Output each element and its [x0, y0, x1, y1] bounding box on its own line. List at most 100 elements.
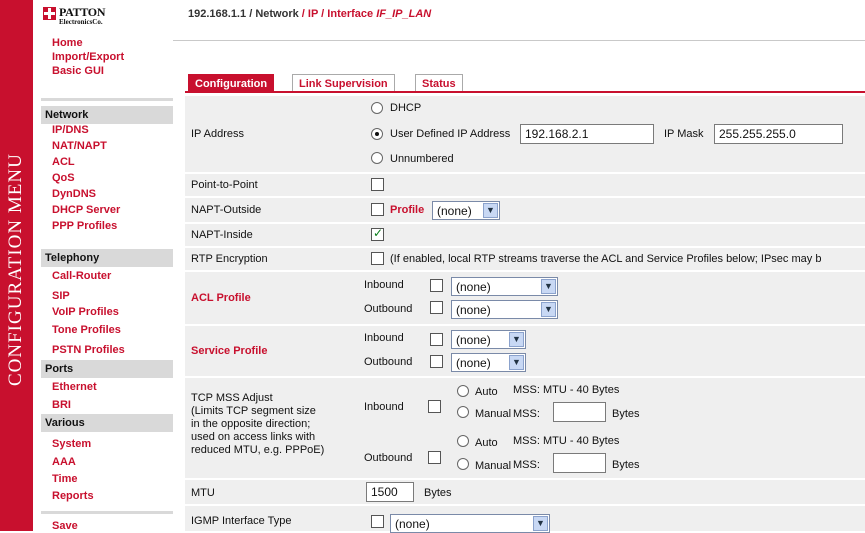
mss-inbound-manual-radio[interactable]: [457, 406, 469, 418]
sidebar-item-tone-profiles[interactable]: Tone Profiles: [52, 324, 121, 336]
acl-inbound-label: Inbound: [364, 279, 404, 291]
breadcrumb-host[interactable]: 192.168.1.1: [188, 8, 246, 20]
mss-inbound-label: Inbound: [364, 401, 404, 413]
napt-inside-label: NAPT-Inside: [191, 229, 253, 241]
unnumbered-radio[interactable]: [371, 152, 383, 164]
igmp-checkbox[interactable]: [371, 515, 384, 528]
sidebar-item-aaa[interactable]: AAA: [52, 456, 76, 468]
mss-outbound-mss-label: MSS:: [513, 459, 540, 471]
patton-logo: PATTON ElectronicsCo.: [43, 4, 123, 32]
mss-inbound-auto-text: MSS: MTU - 40 Bytes: [513, 384, 620, 396]
mss-outbound-manual-radio[interactable]: [457, 458, 469, 470]
acl-outbound-label: Outbound: [364, 303, 413, 315]
mss-inbound-auto-radio[interactable]: [457, 385, 469, 397]
acl-inbound-checkbox[interactable]: [430, 279, 443, 292]
napt-inside-checkbox[interactable]: [371, 226, 384, 241]
dhcp-label: DHCP: [390, 102, 422, 114]
mtu-input[interactable]: [366, 482, 414, 502]
swiss-flag-icon: [43, 7, 56, 20]
tab-link-supervision[interactable]: Link Supervision: [292, 74, 395, 92]
rtp-checkbox[interactable]: [371, 252, 384, 265]
mss-inbound-bytes-label: Bytes: [612, 408, 640, 420]
mss-outbound-input[interactable]: [553, 453, 606, 473]
sidebar-item-system[interactable]: System: [52, 438, 91, 450]
acl-outbound-select[interactable]: (none) ▼: [451, 300, 558, 319]
sidebar-item-home[interactable]: Home: [52, 37, 83, 49]
mtu-bytes-label: Bytes: [424, 487, 452, 499]
user-defined-ip-label: User Defined IP Address: [390, 128, 511, 140]
napt-profile-select[interactable]: (none) ▼: [432, 201, 500, 220]
tcp-mss-description: reduced MTU, e.g. PPPoE): [191, 444, 325, 456]
row-mtu: MTU Bytes: [185, 480, 865, 504]
service-profile-label: Service Profile: [191, 345, 268, 357]
service-outbound-checkbox[interactable]: [430, 355, 443, 368]
user-defined-ip-radio[interactable]: [371, 128, 383, 140]
sidebar-item-bri[interactable]: BRI: [52, 399, 71, 411]
chevron-down-icon: ▼: [533, 516, 548, 531]
sidebar-item-call-router[interactable]: Call-Router: [52, 270, 111, 282]
sidebar-divider: [41, 98, 173, 101]
mss-inbound-auto-label: Auto: [475, 386, 498, 398]
dhcp-radio[interactable]: [371, 102, 383, 114]
header-divider: [173, 40, 865, 41]
sidebar-item-sip[interactable]: SIP: [52, 290, 70, 302]
sidebar-item-nat-napt[interactable]: NAT/NAPT: [52, 140, 107, 152]
breadcrumb-network[interactable]: Network: [255, 8, 298, 20]
breadcrumb-ip[interactable]: IP: [308, 8, 318, 20]
sidebar-section-various: Various: [41, 414, 173, 432]
chevron-down-icon: ▼: [541, 279, 556, 294]
ip-mask-input[interactable]: [714, 124, 843, 144]
sidebar-item-ppp-profiles[interactable]: PPP Profiles: [52, 220, 117, 232]
breadcrumb-interface: Interface: [327, 8, 374, 20]
row-igmp-interface-type: IGMP Interface Type (none) ▼: [185, 506, 865, 533]
row-tcp-mss-adjust: TCP MSS Adjust (Limits TCP segment size …: [185, 378, 865, 478]
service-outbound-select[interactable]: (none) ▼: [451, 353, 526, 372]
acl-outbound-checkbox[interactable]: [430, 301, 443, 314]
sidebar-item-ip-dns[interactable]: IP/DNS: [52, 124, 89, 136]
config-menu-bar: CONFIGURATION MENU: [0, 0, 33, 531]
tab-configuration[interactable]: Configuration: [188, 74, 275, 92]
sidebar-section-telephony: Telephony: [41, 249, 173, 267]
save-button[interactable]: Save: [52, 520, 78, 532]
sidebar-item-dyndns[interactable]: DynDNS: [52, 188, 96, 200]
chevron-down-icon: ▼: [509, 332, 524, 347]
sidebar-item-pstn-profiles[interactable]: PSTN Profiles: [52, 344, 125, 356]
mss-outbound-checkbox[interactable]: [428, 451, 441, 464]
service-inbound-select[interactable]: (none) ▼: [451, 330, 526, 349]
igmp-label: IGMP Interface Type: [191, 515, 292, 527]
acl-inbound-select[interactable]: (none) ▼: [451, 277, 558, 296]
ptp-checkbox[interactable]: [371, 178, 384, 191]
row-ip-address: IP Address DHCP User Defined IP Address …: [185, 96, 865, 172]
sidebar-section-network: Network: [41, 106, 173, 124]
mss-outbound-auto-radio[interactable]: [457, 435, 469, 447]
sidebar-divider: [41, 511, 173, 514]
mss-outbound-auto-text: MSS: MTU - 40 Bytes: [513, 435, 620, 447]
mss-inbound-input[interactable]: [553, 402, 606, 422]
sidebar-item-ethernet[interactable]: Ethernet: [52, 381, 97, 393]
ptp-label: Point-to-Point: [191, 179, 258, 191]
chevron-down-icon: ▼: [483, 203, 498, 218]
ip-address-input[interactable]: [520, 124, 654, 144]
tcp-mss-description: in the opposite direction;: [191, 418, 311, 430]
tab-status[interactable]: Status: [415, 74, 463, 92]
tcp-mss-label: TCP MSS Adjust: [191, 392, 273, 404]
igmp-select[interactable]: (none) ▼: [390, 514, 550, 533]
sidebar-item-basic-gui[interactable]: Basic GUI: [52, 65, 104, 77]
unnumbered-label: Unnumbered: [390, 153, 454, 165]
acl-profile-label: ACL Profile: [191, 292, 251, 304]
sidebar-item-qos[interactable]: QoS: [52, 172, 75, 184]
ip-mask-label: IP Mask: [664, 128, 704, 140]
sidebar-item-time[interactable]: Time: [52, 473, 77, 485]
sidebar-item-voip-profiles[interactable]: VoIP Profiles: [52, 306, 119, 318]
row-rtp-encryption: RTP Encryption (If enabled, local RTP st…: [185, 248, 865, 270]
sidebar-item-dhcp-server[interactable]: DHCP Server: [52, 204, 120, 216]
napt-outside-checkbox[interactable]: [371, 203, 384, 216]
sidebar-item-acl[interactable]: ACL: [52, 156, 75, 168]
sidebar-item-import-export[interactable]: Import/Export: [52, 51, 124, 63]
mss-outbound-auto-label: Auto: [475, 437, 498, 449]
row-point-to-point: Point-to-Point: [185, 174, 865, 196]
mss-outbound-manual-label: Manual: [475, 460, 512, 472]
service-inbound-checkbox[interactable]: [430, 333, 443, 346]
mss-inbound-checkbox[interactable]: [428, 400, 441, 413]
sidebar-item-reports[interactable]: Reports: [52, 490, 94, 502]
